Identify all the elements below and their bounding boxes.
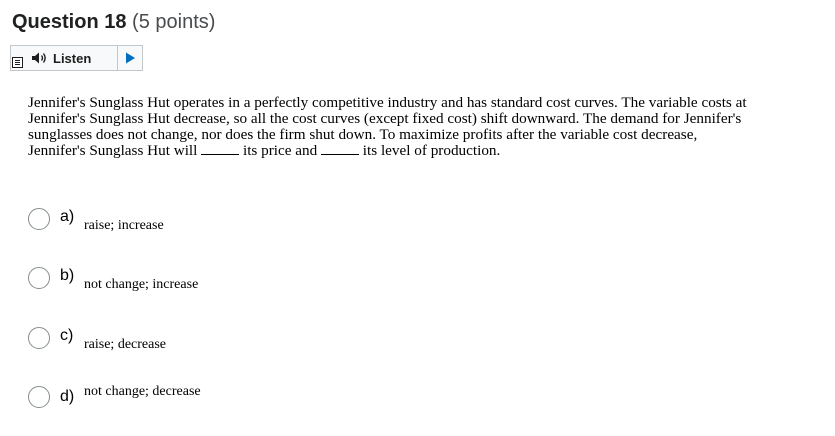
radio-button-c[interactable] — [28, 327, 50, 349]
answer-blank-1 — [201, 143, 240, 155]
option-letter-a: a) — [60, 208, 75, 225]
question-title: Question 18 — [12, 11, 127, 33]
question-points: (5 points) — [132, 11, 216, 33]
question-text-part2: its price and — [239, 142, 321, 159]
option-text-b: not change; increase — [84, 277, 199, 292]
menu-icon[interactable] — [12, 57, 23, 68]
option-letter-b: b) — [60, 267, 75, 284]
option-letter-c: c) — [60, 327, 74, 344]
option-text-c: raise; decrease — [84, 337, 166, 352]
option-text-d: not change; decrease — [84, 384, 201, 399]
play-icon — [126, 52, 135, 64]
question-text-part3: its level of production. — [359, 142, 501, 159]
listen-button[interactable]: Listen — [30, 48, 91, 68]
play-button[interactable] — [118, 46, 142, 70]
radio-button-b[interactable] — [28, 267, 50, 289]
radio-button-d[interactable] — [28, 386, 50, 408]
option-letter-d: d) — [60, 388, 75, 405]
radio-button-a[interactable] — [28, 208, 50, 230]
answer-blank-2 — [321, 143, 359, 155]
option-text-a: raise; increase — [84, 218, 164, 233]
speaker-icon — [32, 52, 46, 64]
question-header: Question 18 (5 points) — [12, 9, 215, 35]
listen-toolbar: Listen — [10, 45, 143, 71]
listen-label: Listen — [53, 50, 92, 66]
question-text: Jennifer's Sunglass Hut operates in a pe… — [28, 95, 758, 159]
